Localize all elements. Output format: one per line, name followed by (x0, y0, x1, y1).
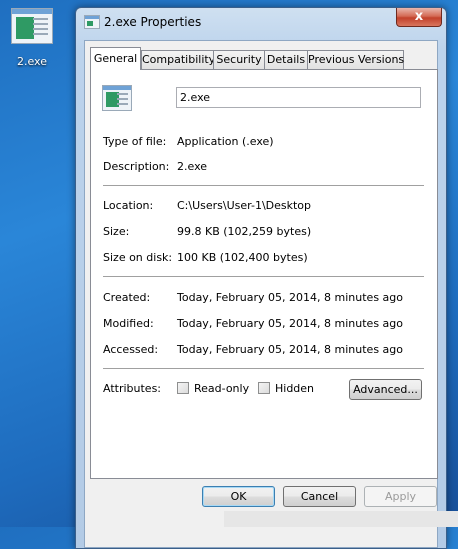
modified-label: Modified: (103, 317, 154, 330)
properties-window: 2.exe Properties x General Compatibility… (75, 7, 447, 549)
hidden-checkbox[interactable] (258, 382, 270, 394)
size-on-disk-label: Size on disk: (103, 251, 173, 264)
divider (103, 276, 424, 277)
divider (103, 185, 424, 186)
tab-previous-versions[interactable]: Previous Versions (307, 50, 404, 70)
readonly-label[interactable]: Read-only (194, 382, 249, 395)
readonly-checkbox[interactable] (177, 382, 189, 394)
taskbar-strip (224, 511, 458, 527)
file-name-input[interactable]: 2.exe (176, 87, 421, 108)
attributes-label: Attributes: (103, 382, 162, 395)
apply-button[interactable]: Apply (364, 486, 437, 507)
created-label: Created: (103, 291, 151, 304)
divider (103, 368, 424, 369)
close-button[interactable]: x (396, 8, 442, 27)
tab-security[interactable]: Security (213, 50, 265, 70)
advanced-button[interactable]: Advanced... (349, 379, 422, 400)
hidden-label[interactable]: Hidden (275, 382, 314, 395)
type-value: Application (.exe) (177, 135, 274, 148)
exe-file-icon (84, 15, 100, 29)
location-value: C:\Users\User-1\Desktop (177, 199, 312, 212)
type-label: Type of file: (103, 135, 167, 148)
accessed-label: Accessed: (103, 343, 159, 356)
modified-value: Today, February 05, 2014, 8 minutes ago (177, 317, 403, 330)
desktop-icon-label: 2.exe (16, 55, 47, 68)
size-on-disk-value: 100 KB (102,400 bytes) (177, 251, 308, 264)
created-value: Today, February 05, 2014, 8 minutes ago (177, 291, 403, 304)
ok-button[interactable]: OK (202, 486, 275, 507)
description-label: Description: (103, 160, 170, 173)
location-label: Location: (103, 199, 154, 212)
exe-file-icon (11, 8, 53, 44)
desktop-icon-2exe[interactable]: 2.exe (6, 6, 58, 68)
tab-general[interactable]: General (90, 47, 141, 70)
dialog-client: General Compatibility Security Details P… (84, 40, 438, 548)
general-tab-panel: 2.exe Type of file: Application (.exe) D… (90, 69, 438, 479)
cancel-button[interactable]: Cancel (283, 486, 356, 507)
title-bar[interactable]: 2.exe Properties x (76, 8, 446, 36)
window-title: 2.exe Properties (104, 15, 202, 29)
size-value: 99.8 KB (102,259 bytes) (177, 225, 312, 238)
tab-details[interactable]: Details (264, 50, 308, 70)
tab-compatibility[interactable]: Compatibility (141, 50, 215, 70)
exe-file-icon (102, 85, 132, 111)
description-value: 2.exe (177, 160, 208, 173)
accessed-value: Today, February 05, 2014, 8 minutes ago (177, 343, 403, 356)
size-label: Size: (103, 225, 130, 238)
